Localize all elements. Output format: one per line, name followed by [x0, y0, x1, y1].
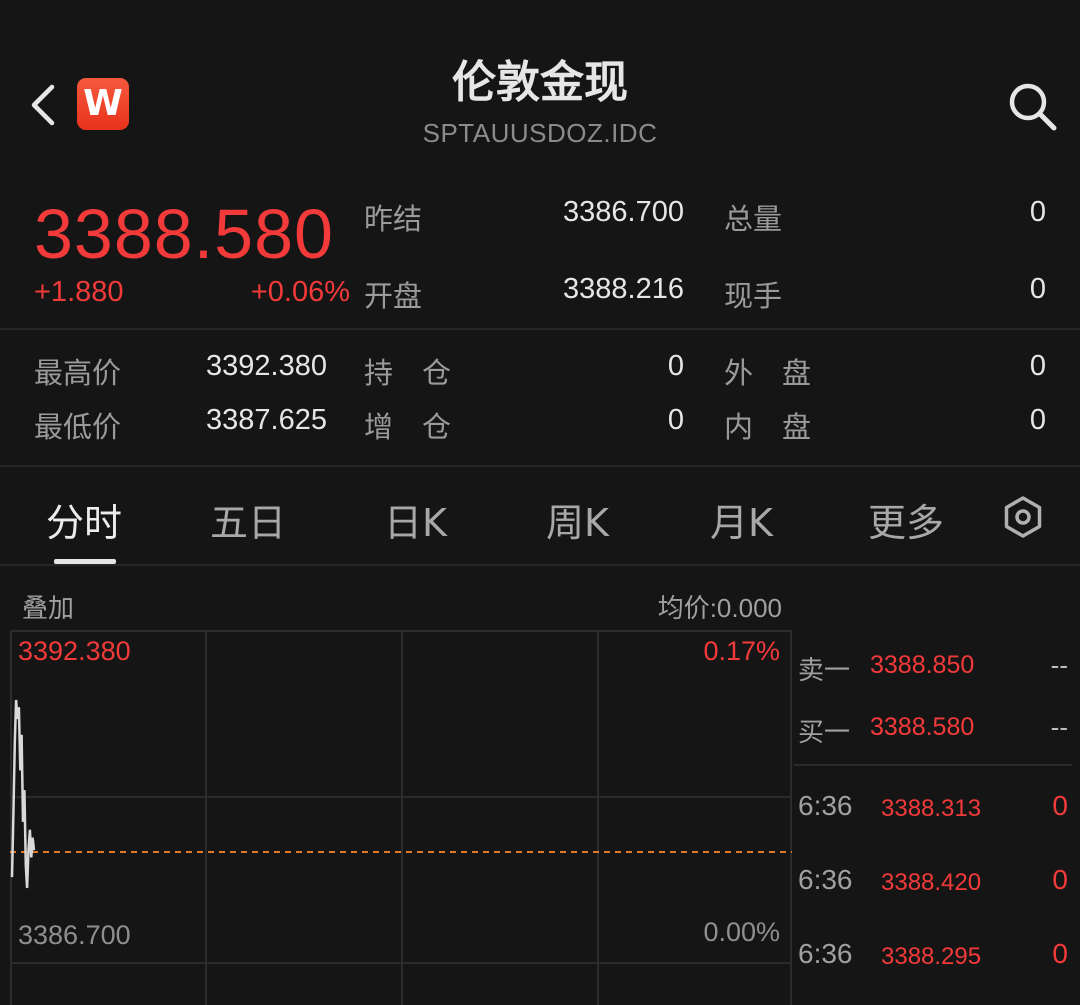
- bid-price: 3388.580: [870, 713, 975, 741]
- tick-time: 6:36: [798, 938, 853, 969]
- tick-volume: 0: [1052, 864, 1068, 895]
- ask-label: 卖一: [798, 656, 851, 686]
- tick-volume: 0: [1052, 938, 1068, 969]
- instrument-code: SPTAUUSDOZ.IDC: [422, 118, 658, 148]
- tick-price: 3388.313: [881, 795, 982, 822]
- divider: [0, 564, 1080, 566]
- y-axis-min-price: 3386.700: [18, 920, 131, 950]
- open-value: 3388.216: [563, 273, 684, 305]
- total-volume-label: 总量: [724, 202, 783, 236]
- ask-price: 3388.850: [870, 651, 975, 679]
- price-change-pct: +0.06%: [250, 276, 350, 308]
- tick-price: 3388.295: [881, 943, 982, 970]
- y-axis-max-pct: 0.17%: [703, 636, 780, 666]
- prev-settle-value: 3386.700: [563, 196, 684, 228]
- bid-volume: --: [1050, 712, 1068, 742]
- y-axis-max-price: 3392.380: [18, 636, 131, 666]
- tab-more[interactable]: 更多: [868, 492, 944, 547]
- overlay-button[interactable]: 叠加: [22, 588, 74, 625]
- orderbook-divider: [794, 764, 1072, 766]
- open-interest-value: 0: [667, 350, 684, 382]
- low-value: 3387.625: [206, 404, 327, 436]
- open-interest-label: 持 仓: [364, 356, 452, 390]
- outer-disc-label: 外 盘: [724, 356, 812, 390]
- tick-price: 3388.420: [881, 869, 982, 896]
- y-axis-min-pct: 0.00%: [703, 917, 780, 947]
- search-button[interactable]: [1004, 78, 1060, 134]
- avg-price-readout: 均价:0.000: [657, 593, 782, 623]
- chart-settings-button[interactable]: [1000, 494, 1046, 540]
- current-hand-label: 现手: [724, 279, 783, 313]
- oi-change-value: 0: [667, 404, 684, 436]
- price-series-line: [10, 699, 36, 889]
- tick-time: 6:36: [798, 790, 853, 821]
- tab-monthly-k[interactable]: 月K: [710, 492, 773, 547]
- inner-disc-label: 内 盘: [724, 410, 812, 444]
- tab-daily-k[interactable]: 日K: [384, 492, 447, 547]
- low-label: 最低价: [34, 410, 122, 444]
- tick-time: 6:36: [798, 864, 853, 895]
- search-icon: [1009, 83, 1057, 131]
- last-price: 3388.580: [34, 195, 334, 273]
- high-value: 3392.380: [206, 350, 327, 382]
- high-label: 最高价: [34, 356, 122, 390]
- divider: [0, 465, 1080, 467]
- price-change: +1.880: [34, 276, 124, 308]
- tab-five-day[interactable]: 五日: [210, 492, 286, 547]
- divider: [0, 328, 1080, 330]
- tab-weekly-k[interactable]: 周K: [546, 492, 609, 547]
- total-volume-value: 0: [1029, 196, 1046, 228]
- outer-disc-value: 0: [1029, 350, 1046, 382]
- settings-hexagon-icon: [1004, 496, 1042, 538]
- tick-volume: 0: [1052, 790, 1068, 821]
- current-hand-value: 0: [1029, 273, 1046, 305]
- open-label: 开盘: [364, 279, 423, 313]
- page-title: 伦敦金现: [452, 57, 628, 108]
- ask-volume: --: [1050, 650, 1068, 680]
- oi-change-label: 增 仓: [364, 410, 452, 444]
- tab-intraday[interactable]: 分时: [46, 492, 122, 547]
- inner-disc-value: 0: [1029, 404, 1046, 436]
- bid-label: 买一: [798, 718, 851, 748]
- prev-settle-label: 昨结: [364, 202, 423, 236]
